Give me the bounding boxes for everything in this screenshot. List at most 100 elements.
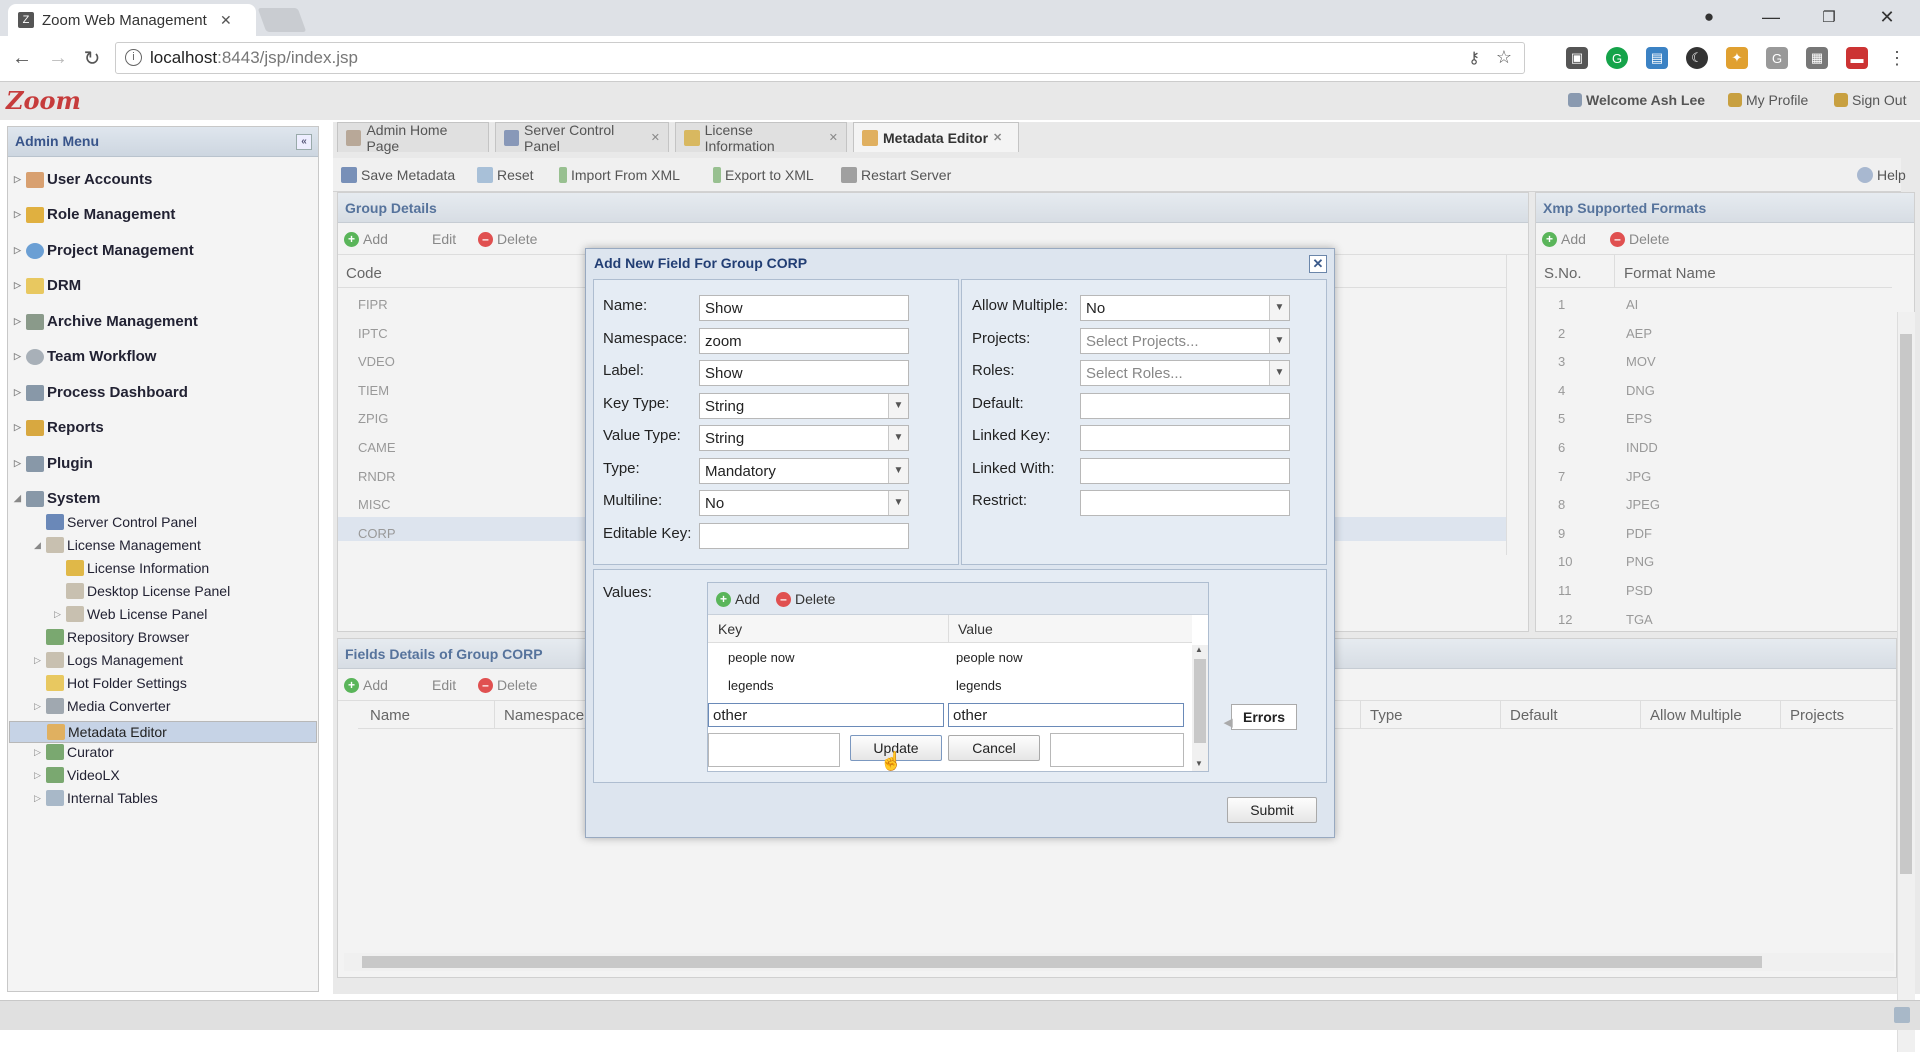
my-profile-link[interactable]: My Profile <box>1728 92 1808 108</box>
key-type-select[interactable]: String ▼ <box>699 393 909 419</box>
menu-metadata-editor[interactable]: Metadata Editor <box>9 721 317 743</box>
restore-button[interactable]: ❐ <box>1806 0 1852 34</box>
chevron-down-icon[interactable]: ▼ <box>1195 759 1203 768</box>
expand-arrow-icon[interactable]: ▷ <box>14 422 26 433</box>
xmp-delete-button[interactable]: – Delete <box>1610 231 1669 247</box>
edit-key-input[interactable]: other <box>708 703 944 727</box>
close-tab-icon[interactable]: ✕ <box>651 131 660 144</box>
menu-plugin[interactable]: ▷ Plugin <box>14 455 93 472</box>
namespace-input[interactable]: zoom <box>699 328 909 354</box>
chevron-down-icon[interactable]: ▼ <box>1269 296 1289 320</box>
menu-team-workflow[interactable]: ▷ Team Workflow <box>14 348 156 365</box>
scroll-thumb[interactable] <box>1194 659 1206 743</box>
expand-arrow-icon[interactable]: ▷ <box>14 209 26 220</box>
collapse-arrow-icon[interactable]: ◢ <box>14 493 26 504</box>
group-delete-button[interactable]: – Delete <box>478 231 537 247</box>
expand-arrow-icon[interactable]: ▷ <box>14 280 26 291</box>
chevron-up-icon[interactable]: ▲ <box>1195 645 1203 654</box>
expand-arrow-icon[interactable]: ▷ <box>14 245 26 256</box>
row-format-name[interactable]: TGA <box>1626 612 1653 627</box>
chevron-down-icon[interactable]: ▼ <box>1269 329 1289 353</box>
browser-tab[interactable]: Z Zoom Web Management ✕ <box>8 4 256 36</box>
expand-arrow-icon[interactable]: ▷ <box>34 747 46 758</box>
expand-arrow-icon[interactable]: ▷ <box>34 655 46 666</box>
row-format-name[interactable]: PNG <box>1626 554 1654 569</box>
multiline-select[interactable]: No ▼ <box>699 490 909 516</box>
name-input[interactable]: Show <box>699 295 909 321</box>
export-xml-button[interactable]: Export to XML <box>713 167 814 183</box>
menu-license-information[interactable]: License Information <box>66 560 209 576</box>
row-format-name[interactable]: PSD <box>1626 583 1653 598</box>
values-delete-button[interactable]: – Delete <box>776 591 835 607</box>
xmp-add-button[interactable]: + Add <box>1542 231 1586 247</box>
menu-process-dashboard[interactable]: ▷ Process Dashboard <box>14 384 188 401</box>
expand-arrow-icon[interactable]: ▷ <box>14 387 26 398</box>
expand-arrow-icon[interactable]: ▷ <box>34 793 46 804</box>
expand-arrow-icon[interactable]: ▷ <box>14 316 26 327</box>
allow-multiple-select[interactable]: No ▼ <box>1080 295 1290 321</box>
extension-icon[interactable]: ▦ <box>1806 47 1828 69</box>
editable-key-input[interactable] <box>699 523 909 549</box>
type-select[interactable]: Mandatory ▼ <box>699 458 909 484</box>
menu-repository-browser[interactable]: Repository Browser <box>46 629 189 645</box>
menu-hot-folder-settings[interactable]: Hot Folder Settings <box>46 675 187 691</box>
close-tab-icon[interactable]: ✕ <box>993 131 1002 144</box>
expand-arrow-icon[interactable]: ▷ <box>34 701 46 712</box>
expand-arrow-icon[interactable]: ▷ <box>14 458 26 469</box>
grammarly-icon[interactable]: G <box>1606 47 1628 69</box>
menu-license-management[interactable]: ◢ License Management <box>34 537 201 553</box>
edit-value-input[interactable]: other <box>948 703 1184 727</box>
cancel-button[interactable]: Cancel <box>948 735 1040 761</box>
close-tab-icon[interactable]: ✕ <box>829 131 838 144</box>
fields-add-button[interactable]: + Add <box>344 677 388 693</box>
row-format-name[interactable]: AI <box>1626 297 1638 312</box>
close-icon[interactable]: ✕ <box>1309 255 1327 273</box>
group-edit-button[interactable]: Edit <box>432 231 456 247</box>
tab-metadata-editor[interactable]: Metadata Editor ✕ <box>853 122 1019 152</box>
chevron-down-icon[interactable]: ▼ <box>888 426 908 450</box>
collapse-arrow-icon[interactable]: ◢ <box>34 540 46 551</box>
star-icon[interactable]: ☆ <box>1496 47 1512 68</box>
close-tab-icon[interactable]: ✕ <box>220 12 232 29</box>
menu-dots-icon[interactable]: ⋮ <box>1886 47 1908 69</box>
expand-arrow-icon[interactable]: ▷ <box>14 174 26 185</box>
table-row[interactable]: people now people now <box>708 645 1192 671</box>
extension-icon[interactable]: ✦ <box>1726 47 1748 69</box>
menu-archive-management[interactable]: ▷ Archive Management <box>14 313 198 330</box>
chevron-down-icon[interactable]: ▼ <box>888 394 908 418</box>
menu-reports[interactable]: ▷ Reports <box>14 419 104 436</box>
values-scrollbar[interactable]: ▲ ▼ <box>1192 645 1208 771</box>
menu-videolx[interactable]: ▷ VideoLX <box>34 767 120 783</box>
tab-license-information[interactable]: License Information ✕ <box>675 122 847 154</box>
menu-web-license-panel[interactable]: ▷ Web License Panel <box>54 606 207 622</box>
profile-icon[interactable]: ● <box>1686 0 1732 34</box>
row-format-name[interactable]: JPEG <box>1626 497 1660 512</box>
import-xml-button[interactable]: Import From XML <box>559 167 680 183</box>
back-arrow-icon[interactable]: ← <box>8 44 36 72</box>
menu-internal-tables[interactable]: ▷ Internal Tables <box>34 790 158 806</box>
table-row[interactable]: VDEO <box>358 354 395 369</box>
extension-icon[interactable]: ▬ <box>1846 47 1868 69</box>
extension-icon[interactable]: G <box>1766 47 1788 69</box>
minimize-button[interactable]: — <box>1748 0 1794 34</box>
menu-project-management[interactable]: ▷ Project Management <box>14 242 194 259</box>
table-row[interactable]: CORP <box>358 526 396 541</box>
menu-media-converter[interactable]: ▷ Media Converter <box>34 698 171 714</box>
expand-arrow-icon[interactable]: ▷ <box>54 609 66 620</box>
projects-select[interactable]: Select Projects... ▼ <box>1080 328 1290 354</box>
moon-icon[interactable]: ☾ <box>1686 47 1708 69</box>
restrict-input[interactable] <box>1080 490 1290 516</box>
chevron-down-icon[interactable]: ▼ <box>1269 361 1289 385</box>
row-format-name[interactable]: JPG <box>1626 469 1651 484</box>
table-row[interactable]: MISC <box>358 497 391 512</box>
expand-arrow-icon[interactable]: ▷ <box>14 351 26 362</box>
table-row[interactable]: ZPIG <box>358 411 388 426</box>
scrollbar[interactable] <box>1506 255 1528 555</box>
extension-icon[interactable]: ▤ <box>1646 47 1668 69</box>
table-row[interactable]: IPTC <box>358 326 388 341</box>
roles-select[interactable]: Select Roles... ▼ <box>1080 360 1290 386</box>
new-tab-button[interactable] <box>257 8 307 32</box>
row-format-name[interactable]: INDD <box>1626 440 1658 455</box>
sign-out-link[interactable]: Sign Out <box>1834 92 1906 108</box>
default-input[interactable] <box>1080 393 1290 419</box>
